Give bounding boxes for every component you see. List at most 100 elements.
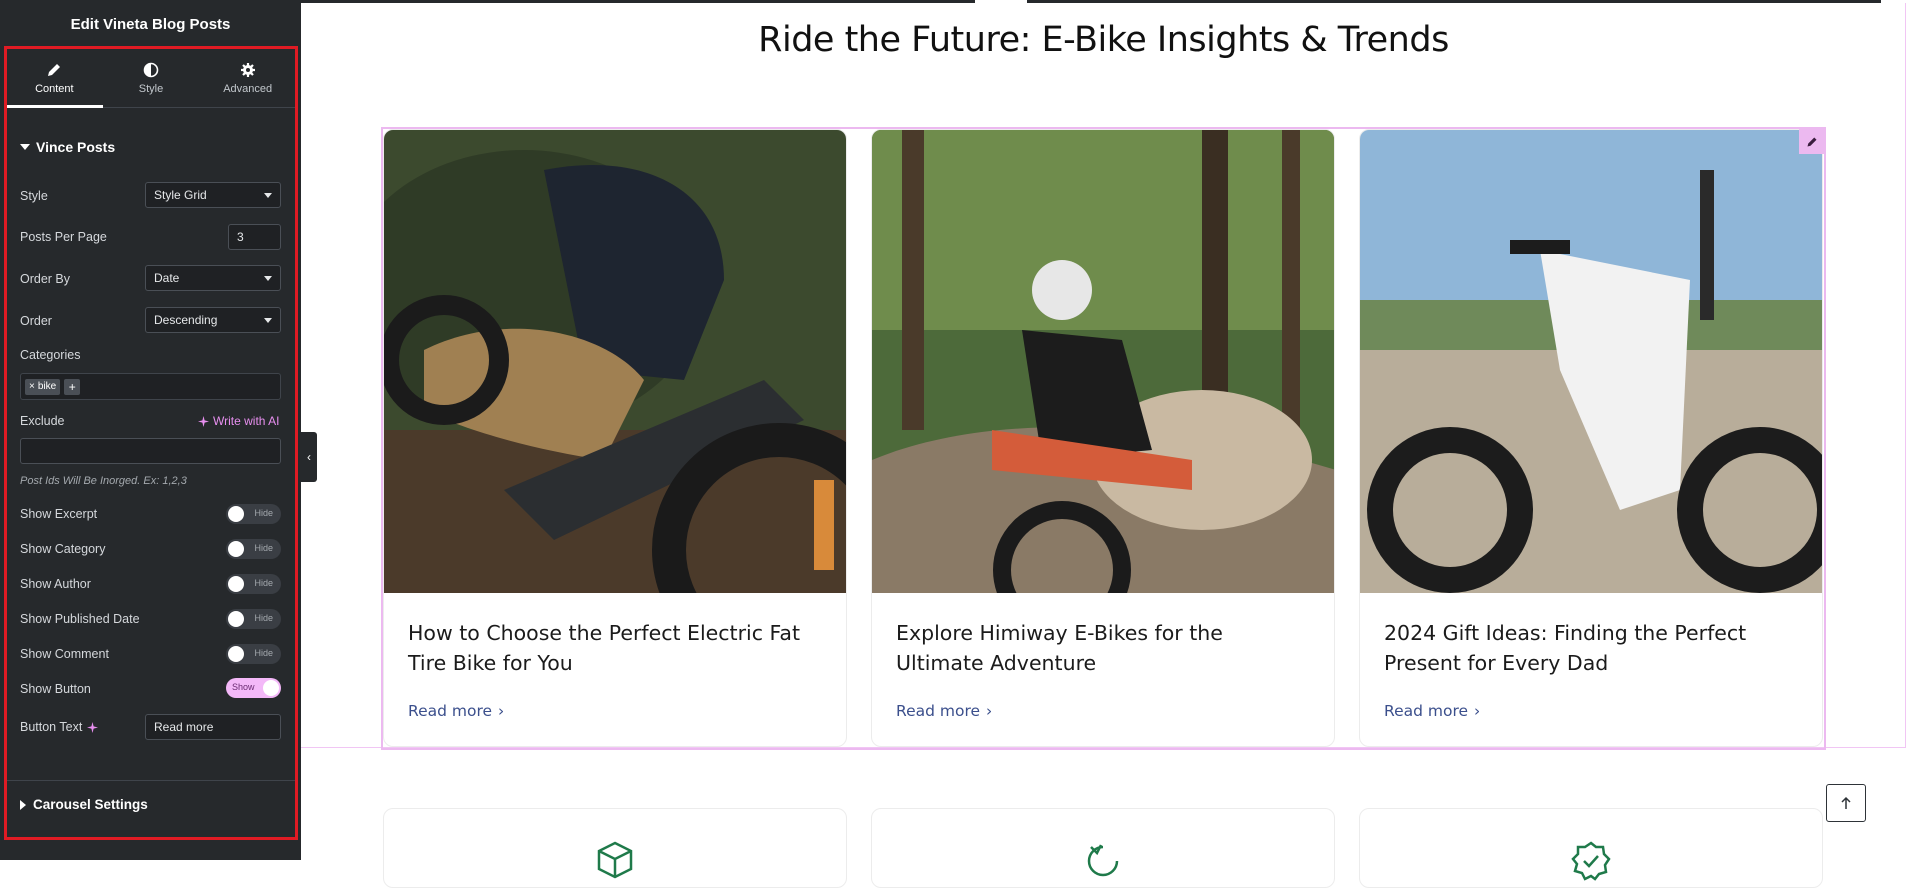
edit-widget-button[interactable] [1799,129,1825,154]
order-select[interactable]: Descending [145,307,281,333]
button-text-label: Button Text [20,720,83,734]
order-by-select-value: Date [154,271,180,285]
toggle-state: Hide [254,508,273,518]
post-image[interactable] [872,130,1334,593]
half-circle-icon [143,62,159,78]
show-button-toggle[interactable]: Show [226,678,281,698]
tab-content[interactable]: Content [6,50,103,108]
pencil-icon [1807,137,1817,146]
read-more-label: Read more [1384,702,1469,720]
post-card[interactable]: How to Choose the Perfect Electric Fat T… [383,129,847,747]
pencil-icon [48,64,61,76]
tab-content-label: Content [35,83,74,95]
chevron-right-icon: › [986,702,993,720]
show-excerpt-label: Show Excerpt [20,507,98,521]
category-tag-label: bike [37,381,57,392]
post-image-illustration [872,130,1334,593]
chevron-right-icon: › [498,702,505,720]
order-by-select[interactable]: Date [145,265,281,291]
caret-right-icon [20,799,26,810]
toggle-state: Hide [254,578,273,588]
button-text-label-row: Button Text [20,720,99,734]
read-more-label: Read more [408,702,493,720]
show-excerpt-toggle[interactable]: Hide [226,504,281,524]
toggle-knob [228,506,244,522]
category-tag[interactable]: × bike [25,378,61,395]
categories-label: Categories [20,348,81,362]
page-heading: Ride the Future: E-Bike Insights & Trend… [758,20,1449,60]
post-title[interactable]: 2024 Gift Ideas: Finding the Perfect Pre… [1384,618,1800,678]
show-comment-label: Show Comment [20,647,109,661]
style-label: Style [20,189,48,203]
toggle-knob [263,680,279,696]
post-image[interactable] [384,130,846,593]
show-published-date-label: Show Published Date [20,612,140,626]
badge-check-icon [1571,841,1611,881]
add-category-button[interactable]: + [64,378,81,395]
toggle-state: Hide [254,648,273,658]
tab-style-label: Style [138,83,164,95]
read-more-label: Read more [896,702,981,720]
post-title[interactable]: Explore Himiway E-Bikes for the Ultimate… [896,618,1312,678]
post-title[interactable]: How to Choose the Perfect Electric Fat T… [408,618,824,678]
gear-icon [240,63,255,77]
tab-advanced-label: Advanced [223,83,273,95]
feature-card [383,808,847,888]
order-by-label: Order By [20,272,71,286]
write-with-ai-link[interactable]: Write with AI [198,414,279,428]
arrow-up-icon [1841,796,1851,809]
read-more-link[interactable]: Read more › [1384,702,1480,720]
order-select-value: Descending [154,313,218,327]
section-carousel-settings-label: Carousel Settings [33,797,148,812]
write-with-ai-label: Write with AI [213,414,280,428]
post-card[interactable]: Explore Himiway E-Bikes for the Ultimate… [871,129,1335,747]
dropdown-arrow-icon [264,317,272,323]
panel-title: Edit Vineta Blog Posts [70,16,231,33]
section-vince-posts[interactable]: Vince Posts [20,139,115,155]
exclude-label: Exclude [20,414,65,428]
button-text-value: Read more [154,720,214,734]
post-card[interactable]: 2024 Gift Ideas: Finding the Perfect Pre… [1359,129,1823,747]
show-author-toggle[interactable]: Hide [226,574,281,594]
style-select-value: Style Grid [154,188,207,202]
scroll-to-top-button[interactable] [1826,784,1866,822]
show-category-toggle[interactable]: Hide [226,539,281,559]
feature-card [871,808,1335,888]
tag-remove-icon[interactable]: × [29,381,35,392]
show-button-label: Show Button [20,682,91,696]
dropdown-arrow-icon [264,192,272,198]
posts-per-page-label: Posts Per Page [20,230,107,244]
toggle-knob [228,576,244,592]
post-image-illustration [1360,130,1822,593]
panel-divider [6,780,296,781]
exclude-input[interactable] [20,438,281,464]
button-text-input[interactable]: Read more [145,714,281,740]
caret-down-icon [20,144,30,150]
dropdown-arrow-icon [264,275,272,281]
section-vince-posts-label: Vince Posts [36,139,116,155]
chevron-right-icon: › [1474,702,1481,720]
tab-advanced[interactable]: Advanced [199,50,296,107]
post-image[interactable] [1360,130,1822,593]
style-select[interactable]: Style Grid [145,182,281,208]
show-author-label: Show Author [20,577,91,591]
toggle-knob [228,646,244,662]
tab-style[interactable]: Style [103,50,200,107]
posts-per-page-input[interactable]: 3 [228,224,281,250]
toggle-knob [228,541,244,557]
section-carousel-settings[interactable]: Carousel Settings [20,797,148,812]
panel-tabs: Content Style Advanced [6,50,296,108]
feature-card [1359,808,1823,888]
editor-panel: Edit Vineta Blog Posts Content Style Adv… [0,0,301,860]
toggle-knob [228,611,244,627]
exclude-hint: Post Ids Will Be Inorged. Ex: 1,2,3 [20,475,187,487]
box-icon [597,841,633,879]
read-more-link[interactable]: Read more › [408,702,504,720]
read-more-link[interactable]: Read more › [896,702,992,720]
toggle-state: Hide [254,613,273,623]
categories-field[interactable]: × bike + [20,373,281,400]
show-published-date-toggle[interactable]: Hide [226,609,281,629]
sparkle-icon[interactable] [87,721,99,733]
sparkle-icon [198,415,209,427]
show-comment-toggle[interactable]: Hide [226,644,281,664]
